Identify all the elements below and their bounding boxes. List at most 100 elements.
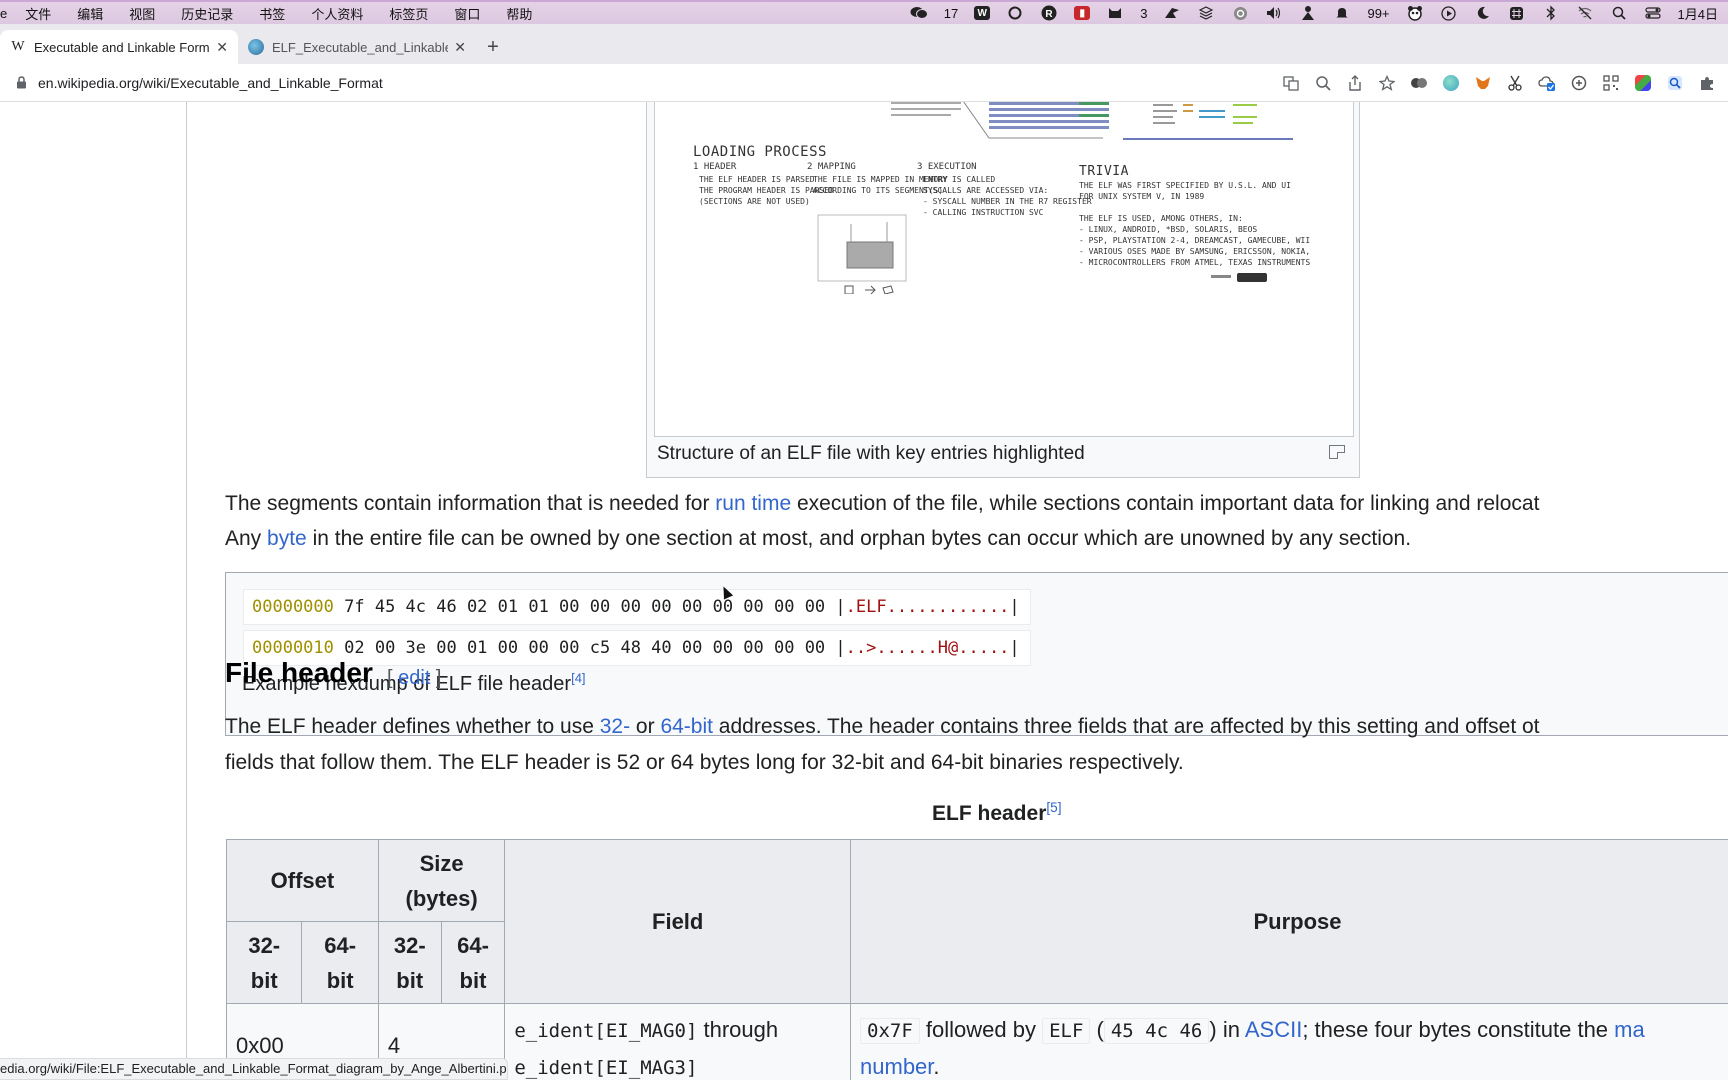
text: or [630,715,661,738]
enlarge-icon[interactable] [1329,445,1345,459]
table-caption: ELF header[5] [932,800,1062,826]
menu-app[interactable]: e [0,6,7,21]
menubar-date[interactable]: 1月4日 [1678,4,1718,23]
menu-help[interactable]: 帮助 [506,4,532,23]
elf-diagram-image[interactable]: LOADING PROCESS 1 HEADER THE ELF HEADER … [654,102,1354,437]
r-app-icon[interactable]: R [1040,5,1058,21]
panda-icon[interactable] [1406,5,1424,21]
cloud-check-icon[interactable] [1538,74,1556,92]
section-title-file-header: File header [225,657,373,688]
sidebar-divider [186,102,187,1080]
bluetooth-icon[interactable] [1542,5,1560,21]
reference-4[interactable]: [4] [571,670,585,685]
url-field[interactable]: en.wikipedia.org/wiki/Executable_and_Lin… [38,75,383,91]
hex-sep: | [835,597,846,617]
scissors-icon[interactable] [1506,74,1524,92]
wechat-icon[interactable] [910,5,928,21]
lock-icon[interactable] [14,76,28,90]
extension-2-icon[interactable] [1442,74,1460,92]
volume-icon[interactable] [1265,5,1283,21]
text: followed by [919,1017,1043,1042]
figure-icon[interactable] [1299,5,1317,21]
menu-tabs[interactable]: 标签页 [389,4,428,23]
license-badge [1211,273,1267,282]
link-ascii[interactable]: ASCII [1245,1017,1302,1042]
menu-history[interactable]: 历史记录 [181,4,233,23]
link-magic-number[interactable]: ma [1614,1017,1645,1042]
extension-4-icon[interactable] [1634,74,1652,92]
close-icon[interactable]: ✕ [216,39,228,56]
layers-icon[interactable] [1197,5,1215,21]
tab-elf-wikipedia[interactable]: W Executable and Linkable Forma ✕ [0,30,238,64]
loading-process-title: LOADING PROCESS [693,144,827,160]
metamask-icon[interactable] [1474,74,1492,92]
text: through [697,1017,779,1042]
cat-icon[interactable] [1106,5,1124,21]
tab-elf-diagram[interactable]: ELF_Executable_and_Linkable ✕ [238,30,476,64]
search-icon[interactable] [1610,5,1628,21]
new-tab-button[interactable]: + [476,30,510,64]
menu-view[interactable]: 视图 [129,4,155,23]
text: The ELF header defines whether to use [225,715,600,738]
tab-title: ELF_Executable_and_Linkable [272,39,449,55]
th-offset: Offset [226,839,379,922]
qr-code-icon[interactable] [1602,74,1620,92]
menu-file[interactable]: 文件 [25,4,51,23]
link-magic-number[interactable]: number [860,1054,933,1079]
hex-bytes: 02 00 3e 00 01 00 00 00 c5 48 40 00 00 0… [333,638,836,658]
link-32-bit[interactable]: 32- [600,715,630,738]
share-icon[interactable] [1346,74,1364,92]
menu-bookmarks[interactable]: 书签 [259,4,285,23]
tab-title: Executable and Linkable Forma [34,39,211,55]
w-app-icon[interactable]: W [974,6,991,20]
text: in the entire file can be owned by one s… [306,527,1412,550]
th-size-32: 32-bit [377,921,442,1004]
wifi-off-icon[interactable] [1576,5,1594,21]
edit-link[interactable]: edit [398,667,430,689]
hex-ascii: ..>......H@..... [845,638,1010,658]
link-byte[interactable]: byte [267,527,307,550]
code: 0x7F [860,1018,920,1044]
link-run-time[interactable]: run time [715,492,791,515]
circle-app-icon[interactable] [1006,5,1024,21]
step3-text: ENTRY IS CALLED SYSCALLS ARE ACCESSED VI… [923,175,1092,217]
th-offset-32: 32-bit [225,921,303,1004]
bracket: [ [387,667,399,689]
bell-count: 99+ [1367,5,1390,21]
menu-profiles[interactable]: 个人资料 [311,4,363,23]
hexdump-row: 00000000 7f 45 4c 46 02 01 01 00 00 00 0… [243,589,1031,625]
bell-icon[interactable] [1333,5,1351,21]
control-center-icon[interactable] [1644,5,1662,21]
text: . [933,1054,940,1079]
th-field: Field [504,839,852,1004]
play-circle-icon[interactable] [1440,5,1458,21]
bookmark-star-icon[interactable] [1378,74,1396,92]
close-icon[interactable]: ✕ [454,39,466,56]
reference-5[interactable]: [5] [1046,800,1061,815]
code: ELF [1042,1018,1091,1044]
extension-3-icon[interactable] [1570,74,1588,92]
bird-icon[interactable] [1163,5,1181,21]
trivia-text: THE ELF WAS FIRST SPECIFIED BY U.S.L. AN… [1079,181,1311,267]
memory-mapping-sketch [817,214,907,294]
th-offset-64: 64-bit [301,921,379,1004]
extension-5-icon[interactable] [1666,74,1684,92]
spiral-icon[interactable] [1231,5,1249,21]
section-edit: [ edit ] [387,667,442,690]
moon-icon[interactable] [1474,5,1492,21]
extensions-puzzle-icon[interactable] [1698,74,1716,92]
menu-window[interactable]: 窗口 [454,4,480,23]
zoom-icon[interactable] [1314,74,1332,92]
grid-app-icon[interactable] [1508,5,1526,21]
text: ; these four bytes constitute the [1302,1017,1615,1042]
tab-strip: W Executable and Linkable Forma ✕ ELF_Ex… [0,24,1728,64]
translate-icon[interactable] [1282,74,1300,92]
link-64-bit[interactable]: 64-bit [660,715,713,738]
red-book-icon[interactable]: ▮ [1074,6,1091,20]
menu-edit[interactable]: 编辑 [77,4,103,23]
figure-thumbnail: LOADING PROCESS 1 HEADER THE ELF HEADER … [646,102,1360,478]
extension-1-icon[interactable] [1410,74,1428,92]
text: execution of the file, while sections co… [791,492,1540,515]
figure-caption: Structure of an ELF file with key entrie… [657,443,1085,464]
hex-sep: | [835,638,846,658]
